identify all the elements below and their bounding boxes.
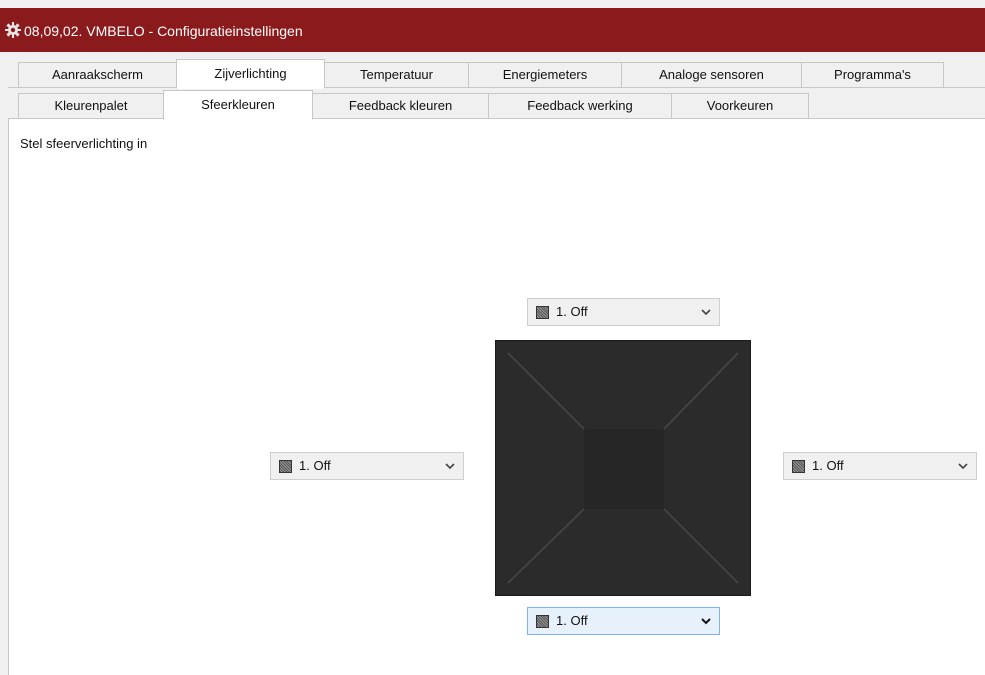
- tab-sfeerkleuren[interactable]: Sfeerkleuren: [163, 90, 313, 120]
- color-swatch: [536, 615, 549, 628]
- tab-kleurenpalet[interactable]: Kleurenpalet: [18, 93, 164, 119]
- tab-aanraakscherm[interactable]: Aanraakscherm: [18, 62, 177, 88]
- tab-temperatuur[interactable]: Temperatuur: [324, 62, 469, 88]
- chevron-down-icon: [958, 463, 968, 470]
- tab-programmas[interactable]: Programma's: [801, 62, 944, 88]
- color-swatch: [792, 460, 805, 473]
- left-color-select[interactable]: 1. Off: [270, 452, 464, 480]
- title-bar: 08,09,02. VMBELO - Configuratieinstellin…: [0, 0, 985, 52]
- tab-feedback-kleuren[interactable]: Feedback kleuren: [312, 93, 489, 119]
- bottom-color-select[interactable]: 1. Off: [527, 607, 720, 635]
- tab-energiemeters[interactable]: Energiemeters: [468, 62, 622, 88]
- panel-caption: Stel sfeerverlichting in: [20, 136, 148, 151]
- right-color-value: 1. Off: [812, 458, 844, 473]
- tab-voorkeuren[interactable]: Voorkeuren: [671, 93, 809, 119]
- top-color-select[interactable]: 1. Off: [527, 298, 720, 326]
- tab-zijverlichting[interactable]: Zijverlichting: [176, 59, 325, 89]
- gear-icon: [5, 22, 21, 38]
- window-title: 08,09,02. VMBELO - Configuratieinstellin…: [24, 23, 303, 39]
- top-color-value: 1. Off: [556, 304, 588, 319]
- chevron-down-icon: [701, 618, 711, 625]
- color-swatch: [279, 460, 292, 473]
- chevron-down-icon: [445, 463, 455, 470]
- tab-feedback-werking[interactable]: Feedback werking: [488, 93, 672, 119]
- tab-divider: [8, 87, 985, 88]
- chevron-down-icon: [701, 309, 711, 316]
- color-swatch: [536, 306, 549, 319]
- left-color-value: 1. Off: [299, 458, 331, 473]
- preview-center: [584, 429, 664, 509]
- ambient-light-preview: [495, 340, 751, 596]
- right-color-select[interactable]: 1. Off: [783, 452, 977, 480]
- bottom-color-value: 1. Off: [556, 613, 588, 628]
- tab-analoge-sensoren[interactable]: Analoge sensoren: [621, 62, 802, 88]
